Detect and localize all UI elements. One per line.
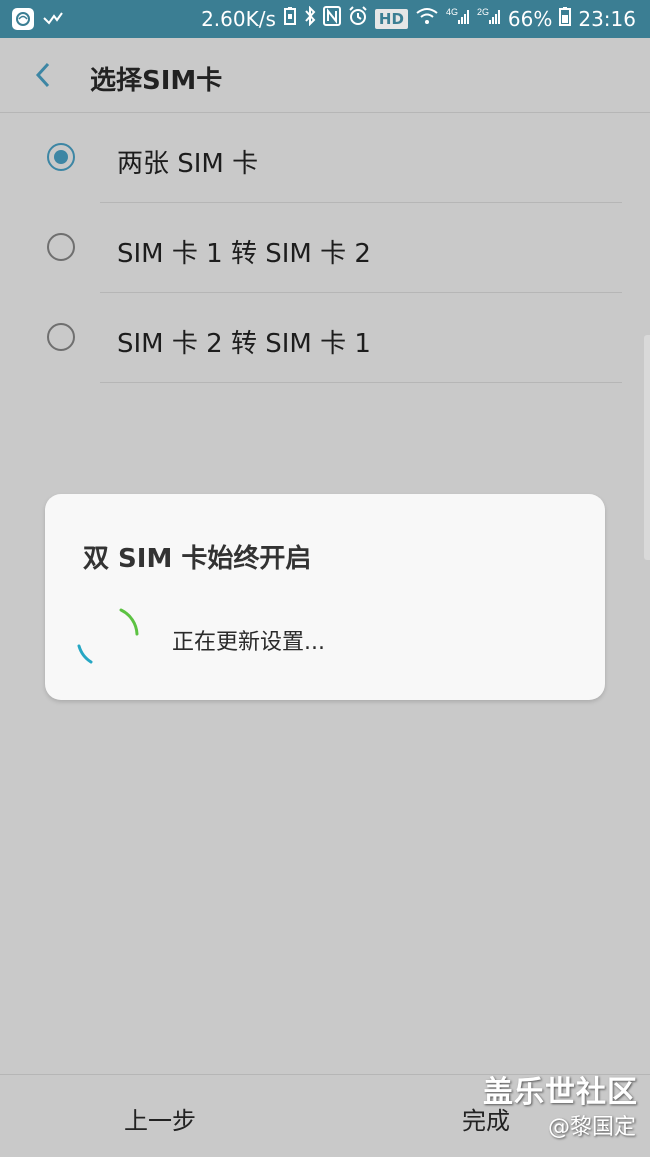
battery-percent: 66% [507,6,553,31]
clock: 23:16 [578,6,636,31]
4g-signal-icon: 4G [446,6,470,31]
sim-option-list: 两张 SIM 卡 SIM 卡 1 转 SIM 卡 2 SIM 卡 2 转 SIM… [0,113,650,383]
2g-signal-icon: 2G [477,6,501,31]
watermark-community: 盖乐世社区 [483,1075,638,1110]
alarm-icon [348,6,368,31]
bottom-bar: 上一步 完成 盖乐世社区 @黎国定 [0,1074,650,1157]
status-bar: 2.60K/s HD 4G 2G 66% 23:16 [0,0,650,38]
option-label: 两张 SIM 卡 [117,149,259,179]
option-sim1-to-sim2[interactable]: SIM 卡 1 转 SIM 卡 2 [0,203,650,293]
svg-text:2G: 2G [477,7,489,17]
china-mobile-icon [12,8,34,30]
chevron-left-icon [35,62,50,88]
network-speed: 2.60K/s [201,6,276,31]
progress-dialog: 双 SIM 卡始终开启 正在更新设置... [45,494,605,700]
loading-spinner-icon [77,608,139,664]
dialog-title: 双 SIM 卡始终开启 [83,544,312,574]
dialog-message: 正在更新设置... [172,630,325,655]
battery-icon [559,6,572,31]
hd-icon: HD [374,8,408,29]
radio-button[interactable] [47,233,75,261]
option-label: SIM 卡 2 转 SIM 卡 1 [117,329,371,359]
wifi-icon [415,6,439,31]
option-dual-sim[interactable]: 两张 SIM 卡 [0,113,650,203]
page-title: 选择SIM卡 [90,66,223,96]
back-button[interactable] [30,58,60,92]
previous-button[interactable]: 上一步 [124,1101,196,1136]
radio-button[interactable] [47,323,75,351]
option-sim2-to-sim1[interactable]: SIM 卡 2 转 SIM 卡 1 [0,293,650,383]
nfc-icon [322,6,341,31]
divider [100,382,622,383]
check-icon [42,7,64,31]
app-bar: 选择SIM卡 [0,38,650,113]
scrollbar-handle[interactable] [644,335,650,560]
radio-button-checked[interactable] [47,143,75,171]
battery-saver-icon [283,6,297,31]
watermark-author: @黎国定 [547,1115,636,1140]
svg-text:4G: 4G [446,7,458,17]
bluetooth-icon [304,5,316,31]
option-label: SIM 卡 1 转 SIM 卡 2 [117,239,371,269]
